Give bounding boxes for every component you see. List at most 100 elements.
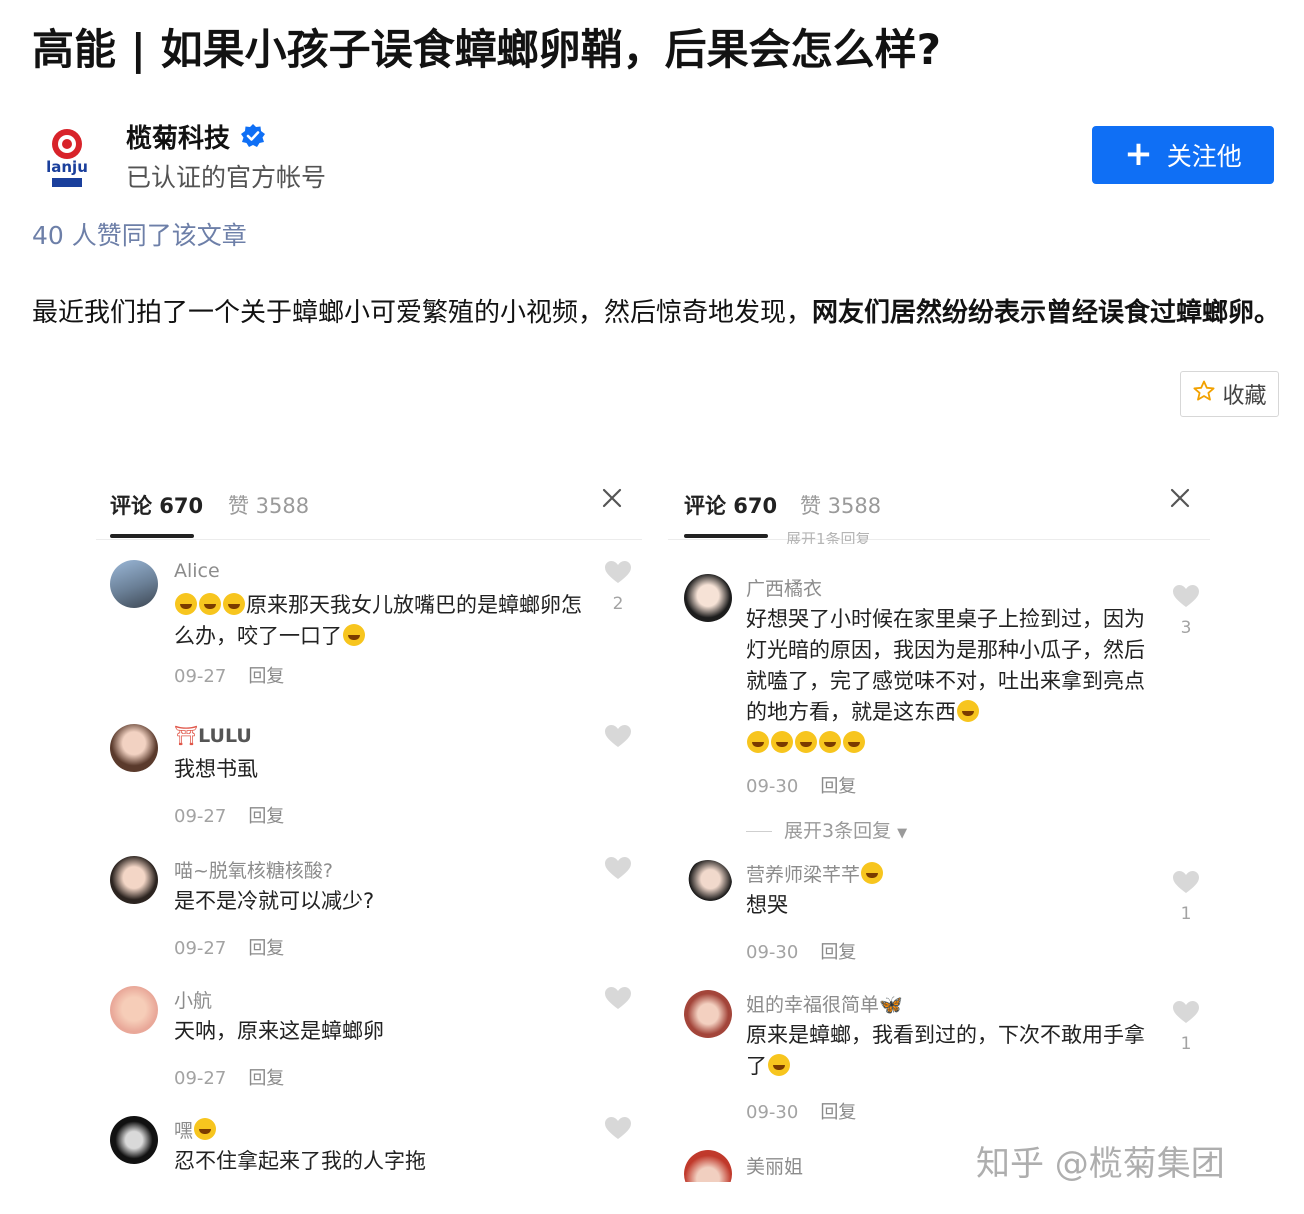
comment-meta: 09-30 回复 [746, 938, 856, 964]
reply-button[interactable]: 回复 [248, 1068, 284, 1089]
avatar[interactable] [684, 860, 732, 908]
reply-button[interactable]: 回复 [820, 776, 856, 797]
butterfly-icon: 🦋 [879, 994, 903, 1016]
like-count: 1 [1180, 1034, 1192, 1054]
reply-button[interactable]: 回复 [248, 666, 284, 687]
like-button[interactable] [604, 1116, 632, 1144]
comment-date: 09-27 [174, 1068, 227, 1089]
article-intro: 最近我们拍了一个关于蟑螂小可爱繁殖的小视频，然后惊奇地发现，网友们居然纷纷表示曾… [32, 290, 1282, 336]
reply-button[interactable]: 回复 [820, 942, 856, 963]
expand-replies[interactable]: 展开3条回复 ▼ [746, 816, 907, 843]
avatar[interactable] [110, 724, 158, 772]
comment-text-content: 好想哭了小时候在家里桌子上捡到过，因为灯光暗的原因，我因为是那种小瓜子，然后就嗑… [746, 607, 1145, 724]
logo-text: lanju [46, 158, 88, 176]
like-button[interactable]: 3 [1172, 584, 1200, 638]
avatar[interactable] [110, 1116, 158, 1164]
avatar[interactable] [684, 574, 732, 622]
author-logo[interactable]: lanju [38, 122, 96, 192]
follow-button[interactable]: + 关注他 [1092, 126, 1274, 184]
comment-meta: 09-27 回复 [174, 1064, 284, 1090]
comment-username[interactable]: 小航 [174, 986, 212, 1013]
comment-username[interactable]: 美丽姐 [746, 1152, 803, 1179]
reply-button[interactable]: 回复 [248, 806, 284, 827]
laughing-emoji-icon [795, 731, 817, 753]
comment-username[interactable]: 姐的幸福很简单🦋 [746, 990, 903, 1017]
like-button[interactable]: 2 [604, 560, 632, 614]
tab-comments[interactable]: 评论 670 [684, 490, 777, 520]
comment-date: 09-30 [746, 1102, 799, 1123]
laughing-emoji-icon [768, 1054, 790, 1076]
caret-down-icon: ▼ [897, 826, 908, 841]
reply-button[interactable]: 回复 [248, 938, 284, 959]
close-icon[interactable] [1166, 484, 1194, 512]
expand-replies-label: 展开3条回复 [784, 820, 892, 842]
heart-icon [1173, 585, 1199, 607]
avatar[interactable] [110, 560, 158, 608]
comment-date: 09-27 [174, 938, 227, 959]
close-icon[interactable] [598, 484, 626, 512]
like-button[interactable]: 1 [1172, 870, 1200, 924]
comment-meta: 09-30 回复 [746, 1098, 856, 1124]
article-title: 高能 | 如果小孩子误食蟑螂卵鞘，后果会怎么样? [32, 25, 941, 74]
comment-username[interactable]: Alice [174, 560, 220, 582]
badge-icon: ⛩ [174, 725, 199, 747]
username-text: LULU [198, 725, 252, 747]
smile-emoji-icon [194, 1118, 217, 1140]
like-count: 3 [1180, 618, 1192, 638]
tab-likes[interactable]: 赞 3588 [228, 490, 309, 520]
follow-label: 关注他 [1166, 142, 1242, 171]
comment-text-content: 原来是蟑螂，我看到过的，下次不敢用手拿了 [746, 1023, 1145, 1078]
comment-meta: 09-30 回复 [746, 772, 856, 798]
comment-username[interactable]: ⛩LULU [174, 724, 252, 747]
like-button[interactable] [604, 724, 632, 752]
comment-text: 原来是蟑螂，我看到过的，下次不敢用手拿了 [746, 1020, 1151, 1082]
comment-date: 09-30 [746, 776, 799, 797]
laughing-emoji-icon [957, 700, 979, 722]
username-text: 姐的幸福很简单 [746, 994, 880, 1016]
comment-text: 天呐，原来这是蟑螂卵 [174, 1019, 384, 1043]
laughing-emoji-icon [843, 731, 865, 753]
comment-text: 好想哭了小时候在家里桌子上捡到过，因为灯光暗的原因，我因为是那种小瓜子，然后就嗑… [746, 604, 1151, 759]
tab-likes[interactable]: 赞 3588 [800, 490, 881, 520]
comment-meta: 09-27 回复 [174, 934, 284, 960]
comment-username[interactable]: 营养师梁芊芊 [746, 860, 884, 887]
comment-text: 是不是冷就可以减少? [174, 889, 375, 913]
intro-text: 最近我们拍了一个关于蟑螂小可爱繁殖的小视频，然后惊奇地发现， [32, 298, 813, 328]
like-button[interactable]: 1 [1172, 1000, 1200, 1054]
favorite-button[interactable]: 收藏 [1180, 371, 1279, 417]
like-button[interactable] [604, 986, 632, 1014]
avatar[interactable] [110, 856, 158, 904]
author-description: 已认证的官方帐号 [126, 163, 327, 192]
like-button[interactable] [604, 856, 632, 884]
avatar[interactable] [110, 986, 158, 1034]
smile-emoji-icon [861, 862, 884, 884]
expand-replies-top[interactable]: 展开1条回复 [786, 532, 871, 544]
avatar[interactable] [684, 1150, 732, 1182]
comment-panel-header: 评论 670 赞 3588 [96, 470, 642, 540]
star-icon [1192, 379, 1216, 409]
laughing-emoji-icon [771, 731, 793, 753]
heart-icon [1173, 871, 1199, 893]
comment-text: 原来那天我女儿放嘴巴的是蟑螂卵怎么办，咬了一口了 [174, 590, 584, 652]
comment-text: 我想书虱 [174, 757, 258, 781]
comment-panel-right: 评论 670 赞 3588 展开1条回复 广西橘衣 好想哭了小时候在家里桌子上捡… [668, 470, 1210, 1182]
verified-icon [240, 123, 266, 149]
reply-button[interactable]: 回复 [820, 1102, 856, 1123]
laughing-emoji-icon [819, 731, 841, 753]
comment-panel-left: 评论 670 赞 3588 Alice 原来那天我女儿放嘴巴的是蟑螂卵怎么办，咬… [96, 470, 642, 1182]
active-tab-indicator [110, 534, 194, 538]
like-count: 1 [1180, 904, 1192, 924]
favorite-label: 收藏 [1222, 384, 1267, 409]
comment-username[interactable]: 嘿 [174, 1116, 217, 1143]
laughing-emoji-icon [343, 624, 365, 646]
author-name[interactable]: 榄菊科技 [126, 118, 230, 155]
article-likes-count[interactable]: 40 人赞同了该文章 [32, 216, 247, 252]
intro-bold-text: 网友们居然纷纷表示曾经误食过蟑螂卵。 [812, 298, 1281, 328]
tab-comments[interactable]: 评论 670 [110, 490, 203, 520]
comment-date: 09-27 [174, 806, 227, 827]
comment-username[interactable]: 广西橘衣 [746, 574, 822, 601]
comment-username[interactable]: 喵~脱氧核糖核酸? [174, 856, 333, 883]
avatar[interactable] [684, 990, 732, 1038]
heart-icon [605, 725, 631, 747]
divider [746, 831, 772, 832]
